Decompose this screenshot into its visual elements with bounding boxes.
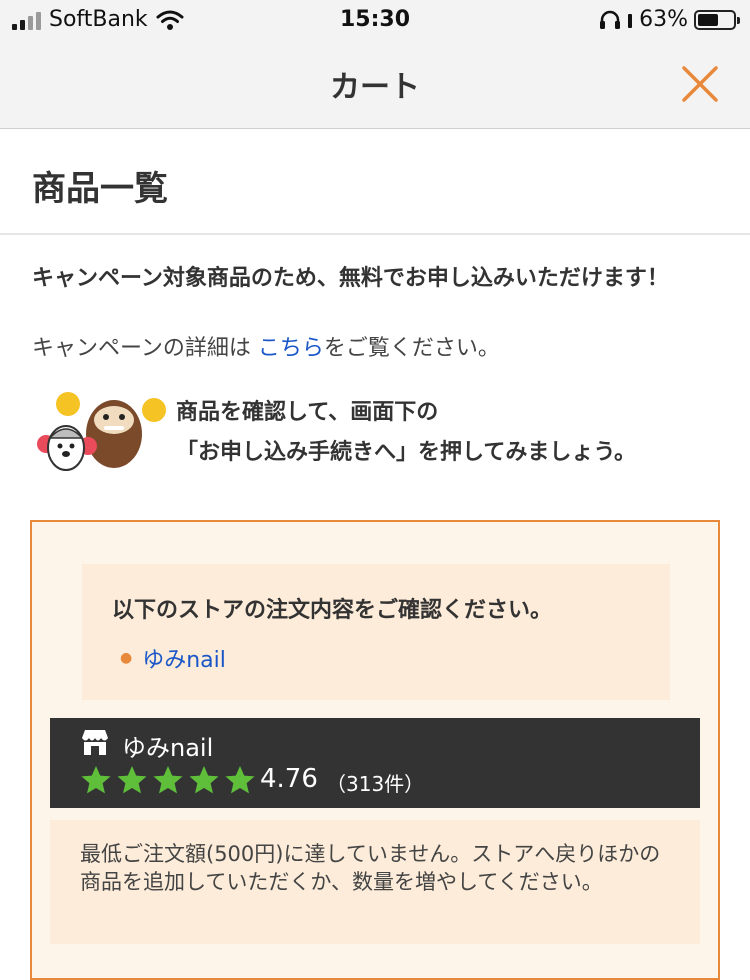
instruction-line-1: 商品を確認して、画面下の (176, 400, 439, 425)
star-icon (81, 766, 111, 794)
headphones-icon (600, 10, 621, 29)
store-name[interactable]: ゆみnail (122, 728, 213, 763)
section-title: 商品一覧 (32, 169, 168, 209)
minimum-order-warning: 最低ご注文額(500円)に達していません。ストアへ戻りほかの商品を追加していただ… (50, 820, 700, 944)
order-box: 以下のストアの注文内容をご確認ください。 ● ゆみnail ゆみnail 4.7… (30, 520, 720, 980)
nav-bar: カート (0, 40, 750, 129)
campaign-detail: キャンペーンの詳細は こちらをご覧ください。 (32, 330, 500, 362)
star-icon (153, 766, 183, 794)
star-icon (225, 766, 255, 794)
status-bar: SoftBank 15:30 63% (0, 0, 750, 40)
battery-percent: 63% (639, 7, 688, 32)
review-count[interactable]: （313件） (326, 768, 424, 797)
confirm-text: 以下のストアの注文内容をご確認ください。 (112, 598, 553, 623)
page-title: カート (330, 70, 420, 105)
battery-icon (694, 9, 740, 30)
rating-value: 4.76 (260, 764, 318, 794)
mascot-cheer-icon (37, 392, 166, 471)
store-header[interactable]: ゆみnail 4.76 （313件） (50, 718, 700, 808)
campaign-detail-prefix: キャンペーンの詳細は (32, 336, 251, 361)
confirm-store-name[interactable]: ゆみnail (142, 642, 226, 674)
campaign-headline: キャンペーン対象商品のため、無料でお申し込みいただけます！ (32, 266, 669, 291)
instruction-line-2: 「お申し込み手続きへ」を押してみましょう。 (176, 440, 637, 465)
store-icon (82, 730, 108, 755)
instruction-text: 商品を確認して、画面下の 「お申し込み手続きへ」を押してみましょう。 (176, 393, 636, 473)
star-icon (117, 766, 147, 794)
battery-fill (698, 13, 718, 26)
star-icon (189, 766, 219, 794)
section-header: 商品一覧 (0, 129, 750, 235)
charging-indicator-icon (628, 13, 633, 28)
confirm-store-link[interactable]: ● ゆみnail (120, 642, 226, 674)
campaign-detail-link[interactable]: こちら (258, 336, 324, 361)
star-rating (80, 764, 256, 796)
bullet-icon: ● (120, 650, 133, 666)
campaign-detail-suffix: をご覧ください。 (323, 336, 500, 361)
close-icon[interactable] (680, 64, 720, 104)
warning-text: 最低ご注文額(500円)に達していません。ストアへ戻りほかの商品を追加していただ… (80, 842, 661, 894)
status-right: 63% (599, 7, 740, 32)
confirm-panel: 以下のストアの注文内容をご確認ください。 ● ゆみnail (82, 564, 670, 700)
